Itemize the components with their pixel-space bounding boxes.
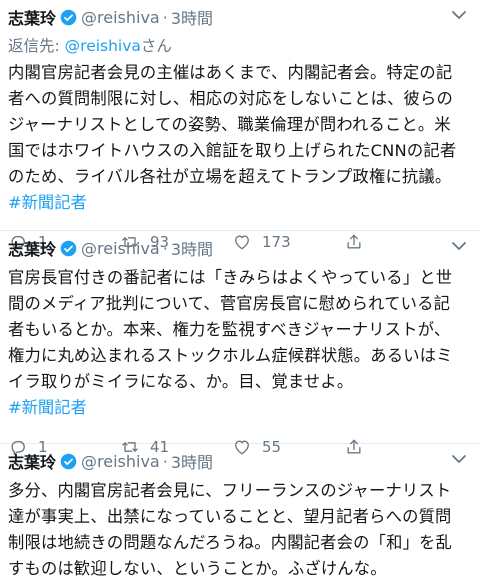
chevron-down-icon[interactable] — [450, 8, 468, 22]
tweet-line: 国ではホワイトハウスの入館証を取り上げられたCNNの記者 — [8, 141, 457, 160]
tweet-header: 志葉玲 @reishiva · 3時間 — [8, 444, 466, 478]
tweet-line: 制限は地続きの問題なんだろうね。内閣記者会の「和」を乱 — [8, 533, 453, 552]
tweet-line: イラ取りがミイラになる、か。目、覚ませよ。 — [8, 372, 354, 391]
timestamp[interactable]: 3時間 — [171, 449, 213, 473]
timestamp[interactable]: 3時間 — [171, 236, 213, 260]
tweet-line: 達が事実上、出禁になっていることと、望月記者らへの質問 — [8, 507, 452, 526]
tweet-1[interactable]: 志葉玲 @reishiva · 3時間 返信先: @reishivaさん 内閣官… — [0, 0, 480, 251]
tweet-line: 多分、内閣官房記者会見に、フリーランスのジャーナリスト — [8, 481, 452, 500]
tweet-line: 者もいるとか。本来、権力を監視すべきジャーナリストが、 — [8, 320, 451, 339]
tweet-line: 内閣官房記者会見の主催はあくまで、内閣記者会。特定の記 — [8, 63, 453, 82]
separator-dot: · — [162, 7, 168, 27]
chevron-down-icon[interactable] — [450, 452, 468, 466]
tweet-header: 志葉玲 @reishiva · 3時間 — [8, 0, 466, 34]
timestamp[interactable]: 3時間 — [171, 5, 213, 29]
verified-badge-icon — [60, 453, 77, 469]
author-handle[interactable]: @reishiva — [81, 239, 160, 258]
tweet-text: 内閣官房記者会見の主催はあくまで、内閣記者会。特定の記 者への質問制限に対し、相… — [8, 60, 466, 190]
tweet-2[interactable]: 志葉玲 @reishiva · 3時間 官房長官付きの番記者には「きみらはよくや… — [0, 231, 480, 456]
verified-badge-icon — [60, 240, 77, 256]
tweet-line: のため、ライバル各社が立場を超えてトランプ政権に抗議。 — [8, 167, 452, 186]
tweet-line: 者への質問制限に対し、相応の対応をしないことは、彼らの — [8, 89, 453, 108]
separator-dot: · — [162, 451, 168, 471]
hashtag-link[interactable]: #新聞記者 — [8, 190, 466, 216]
author-name[interactable]: 志葉玲 — [8, 5, 56, 29]
tweet-line: 権力に丸め込まれるストックホルム症候群状態。あるいはミ — [8, 346, 453, 365]
separator-dot: · — [162, 238, 168, 258]
tweet-line: 官房長官付きの番記者には「きみらはよくやっている」と世 — [8, 268, 453, 287]
tweet-3[interactable]: 志葉玲 @reishiva · 3時間 多分、内閣官房記者会見に、フリーランスの… — [0, 444, 480, 578]
tweet-line: すものは歓迎しない、ということか。ふざけんな。 — [8, 559, 387, 578]
reply-context: 返信先: @reishivaさん — [8, 32, 466, 60]
reply-suffix: さん — [140, 37, 172, 55]
author-handle[interactable]: @reishiva — [81, 8, 160, 27]
author-name[interactable]: 志葉玲 — [8, 449, 56, 473]
tweet-text: 官房長官付きの番記者には「きみらはよくやっている」と世 間のメディア批判について… — [8, 265, 466, 395]
tweet-text: 多分、内閣官房記者会見に、フリーランスのジャーナリスト 達が事実上、出禁になって… — [8, 478, 466, 582]
reply-handle-link[interactable]: @reishiva — [65, 37, 141, 55]
hashtag-link[interactable]: #新聞記者 — [8, 395, 466, 421]
chevron-down-icon[interactable] — [450, 239, 468, 253]
verified-badge-icon — [60, 9, 77, 25]
tweet-line: ジャーナリストとしての姿勢、職業倫理が問われること。米 — [8, 115, 451, 134]
author-name[interactable]: 志葉玲 — [8, 236, 56, 260]
reply-prefix: 返信先: — [8, 37, 65, 55]
tweet-header: 志葉玲 @reishiva · 3時間 — [8, 231, 466, 265]
tweet-line: 間のメディア批判について、菅官房長官に慰められている記 — [8, 294, 451, 313]
author-handle[interactable]: @reishiva — [81, 452, 160, 471]
